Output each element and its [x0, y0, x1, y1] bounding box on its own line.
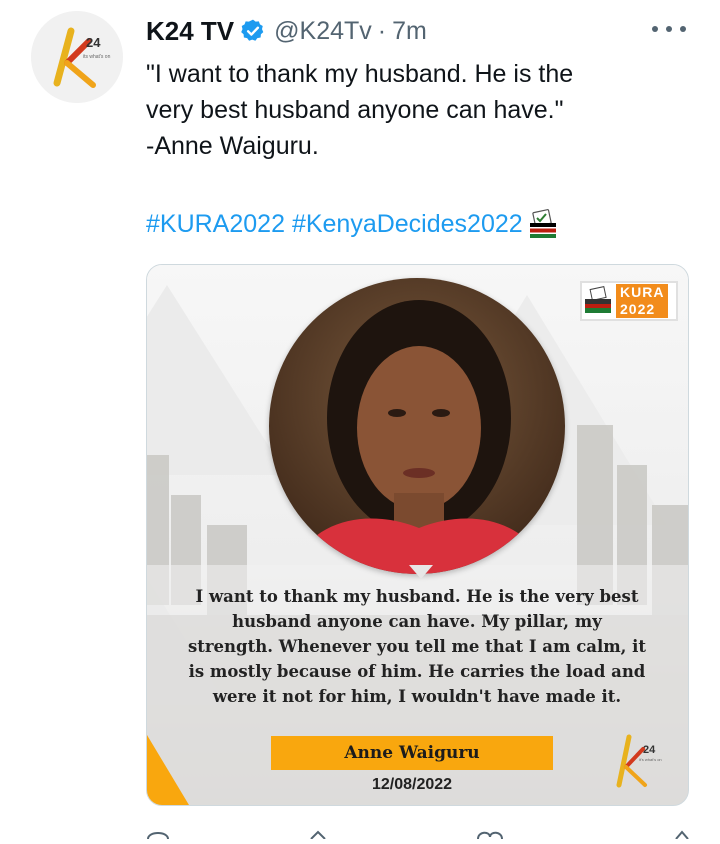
kura-year: 2022	[616, 301, 669, 318]
card-date: 12/08/2022	[371, 776, 453, 793]
author-handle[interactable]: @K24Tv	[274, 17, 372, 46]
media-card[interactable]: KURA 2022 I want to thank my husband. He…	[146, 264, 689, 806]
hashtag-kura2022[interactable]: #KURA2022	[146, 206, 285, 242]
separator: ·	[377, 16, 387, 45]
tweet-text-line: -Anne Waiguru.	[146, 132, 319, 160]
more-dot	[652, 26, 658, 32]
kura-badge-text: KURA 2022	[614, 284, 669, 318]
tweet-text-line: "I want to thank my husband. He is the	[146, 60, 574, 88]
person-name: Anne Waiguru	[344, 743, 480, 763]
tweet-text: "I want to thank my husband. He is the v…	[146, 56, 706, 164]
verified-icon	[241, 19, 264, 41]
portrait-photo	[269, 278, 565, 574]
k24-card-logo: 24 it's what's on	[616, 734, 662, 788]
tweet-text-line: very best husband anyone can have."	[146, 96, 564, 124]
kura-badge: KURA 2022	[580, 281, 678, 321]
ballot-icon	[529, 209, 556, 238]
more-icon[interactable]	[652, 18, 686, 40]
person-name-bar: Anne Waiguru	[271, 736, 553, 770]
portrait-image	[269, 278, 565, 574]
avatar-logo-text: 24	[86, 35, 101, 50]
tweet-header: K24 TV @K24Tv · 7m	[146, 14, 427, 48]
action-bar	[146, 826, 706, 840]
hashtag-kenyadecides2022[interactable]: #KenyaDecides2022	[292, 206, 523, 242]
action-icons-partial	[147, 830, 689, 840]
author-avatar[interactable]: 24 its what's on	[31, 11, 123, 103]
tweet-time[interactable]: 7m	[392, 17, 427, 46]
author-name[interactable]: K24 TV	[146, 16, 234, 47]
kura-label: KURA	[616, 284, 669, 301]
card-logo-text: 24	[643, 744, 656, 756]
kura-ballot-icon	[585, 286, 611, 313]
corner-stripe	[147, 735, 189, 805]
hashtag-row: #KURA2022 #KenyaDecides2022	[146, 206, 557, 242]
card-quote: I want to thank my husband. He is the ve…	[187, 587, 647, 706]
portrait-pointer	[409, 565, 433, 579]
more-dot	[680, 26, 686, 32]
card-logo-tagline: it's what's on	[639, 757, 662, 762]
k24-logo: 24 its what's on	[31, 11, 123, 103]
avatar-tagline: its what's on	[83, 54, 111, 60]
reply-icon	[147, 832, 169, 840]
more-dot	[666, 26, 672, 32]
